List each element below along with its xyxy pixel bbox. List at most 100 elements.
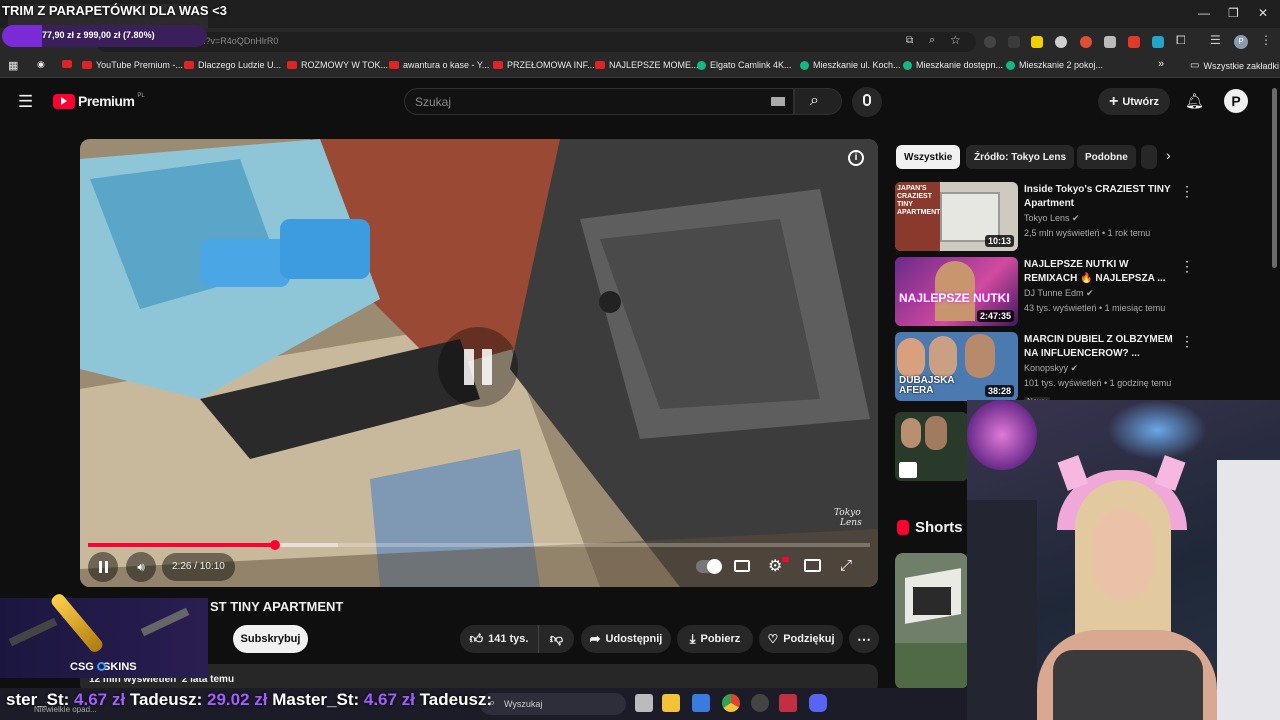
more-vertical-icon[interactable]: ⋮ [1180, 333, 1194, 350]
channel-name: Tokyo Lens ✔ [1024, 213, 1080, 223]
short-thumbnail[interactable] [895, 553, 968, 689]
bookmark-item[interactable]: PRZEŁOMOWA INF... [493, 60, 595, 70]
recommendation-thumbnail[interactable]: NAJLEPSZE NUTKI 2:47:35 [895, 257, 1018, 326]
channel-name: DJ Tunne Edm ✔ [1024, 288, 1094, 298]
bookmark-item[interactable]: ROZMOWY W TOK... [287, 60, 388, 70]
bookmark-item[interactable]: Mieszkanie ul. Koch... [800, 60, 901, 70]
apps-grid-icon[interactable]: ▦ [8, 59, 18, 72]
download-button[interactable]: ⤓ Pobierz [677, 625, 753, 653]
chrome-menu-icon[interactable]: ⋮ [1260, 33, 1272, 47]
extension-icon-6[interactable] [1104, 36, 1116, 48]
create-button[interactable]: + Utwórz [1098, 88, 1170, 115]
recording-app-icon[interactable] [751, 694, 769, 712]
subscribe-button[interactable]: Subskrybuj [233, 625, 308, 653]
bookmarks-overflow-icon[interactable]: » [1158, 58, 1164, 70]
extension-icon-4[interactable] [1055, 36, 1067, 48]
close-icon[interactable]: ✕ [1258, 6, 1268, 20]
bookmark-item[interactable]: Elgato Camlink 4K... [697, 60, 792, 70]
volume-button[interactable]: 🔊︎ [126, 552, 156, 582]
extensions-puzzle-icon[interactable]: ⧠ [1176, 33, 1186, 48]
thumbnail-text: JAPAN'S CRAZIEST TINY APARTMENT [897, 185, 941, 216]
time-display: 2:26 / 10:10 [162, 553, 235, 581]
search-button[interactable]: ⌕ [794, 88, 842, 115]
page-scrollbar[interactable] [1272, 88, 1277, 268]
hamburger-menu-icon[interactable]: ☰ [18, 92, 33, 112]
address-bar[interactable]: youtube.com/watch?v=R4oQDnHlrR0 [96, 32, 976, 52]
minimize-icon[interactable]: — [1198, 6, 1210, 20]
store-icon[interactable] [692, 694, 710, 712]
youtube-logo[interactable]: Premium PL [53, 93, 145, 109]
theater-mode-icon[interactable] [804, 559, 821, 572]
recommendation-thumbnail[interactable] [895, 412, 968, 481]
discord-icon[interactable] [809, 694, 827, 712]
extension-icon-8[interactable] [1152, 36, 1164, 48]
verified-icon: ✔ [1086, 288, 1094, 298]
bookmark-circle-icon[interactable]: ◉ [37, 59, 45, 70]
settings-gear-icon[interactable]: ⚙ [768, 556, 782, 576]
chrome-icon[interactable] [722, 694, 740, 712]
keyboard-icon[interactable] [771, 97, 785, 106]
fullscreen-icon[interactable]: ⤢ [840, 557, 852, 574]
more-actions-button[interactable]: ⋯ [849, 625, 879, 653]
search-icon: ⌕ [810, 92, 819, 109]
chip-more[interactable] [1141, 145, 1157, 169]
bookmark-item[interactable]: Dlaczego Ludzie U... [184, 60, 281, 70]
more-vertical-icon[interactable]: ⋮ [1180, 258, 1194, 275]
extension-icon-2[interactable] [1008, 36, 1020, 48]
like-button[interactable]: 👍︎ 141 tys. [460, 625, 538, 653]
bookmark-item[interactable]: YouTube Premium -... [82, 60, 183, 70]
channel-avatar[interactable]: P [1224, 89, 1248, 113]
maximize-icon[interactable]: ❐ [1228, 6, 1239, 20]
donation-goal-text: 77,90 zł z 999,00 zł (7.80%) [42, 30, 155, 40]
recommendation-title: NAJLEPSZE NUTKI W REMIXACH 🔥 NAJLEPSZA .… [1024, 259, 1166, 284]
dislike-button[interactable]: 👎︎ [538, 625, 574, 653]
recommendation-info[interactable]: Inside Tokyo's CRAZIEST TINY Apartment T… [1024, 183, 1174, 241]
notifications-bell-icon[interactable]: 🔔︎ [1185, 92, 1204, 110]
bookmark-item[interactable]: Mieszkanie dostępn... [903, 60, 1003, 70]
extension-icon-1[interactable] [984, 36, 996, 48]
taskbar-search[interactable]: ⌕ Wyszukaj [480, 693, 626, 715]
seek-bar[interactable] [88, 540, 870, 550]
chip-source[interactable]: Źródło: Tokyo Lens [966, 145, 1075, 169]
chevron-right-icon[interactable]: › [1166, 147, 1171, 163]
info-icon[interactable]: i [848, 150, 864, 166]
play-pause-button[interactable] [88, 552, 118, 582]
bookmark-youtube-1[interactable] [62, 60, 72, 68]
recommendation-thumbnail[interactable]: JAPAN'S CRAZIEST TINY APARTMENT 10:13 [895, 182, 1018, 251]
install-app-icon[interactable]: ⧉ [906, 35, 913, 46]
more-vertical-icon[interactable]: ⋮ [1180, 183, 1194, 200]
video-player[interactable]: i Tokyo Lens 🔊︎ 2:26 / 10:10 ⚙ ⤢ [80, 139, 878, 587]
brand-circle-icon [97, 662, 106, 671]
thumbnail-text: DUBAJSKA AFERA [899, 375, 955, 396]
autoplay-toggle[interactable] [696, 559, 722, 574]
recommendation-thumbnail[interactable]: DUBAJSKA AFERA 38:28 [895, 332, 1018, 401]
reading-list-icon[interactable]: ☰ [1210, 33, 1221, 47]
recommendation-info[interactable]: MARCIN DUBIEL Z OLBZYMEM NA INFLUENCEROW… [1024, 333, 1174, 409]
seek-bar-played [88, 543, 275, 547]
zoom-icon[interactable]: ⌕ [929, 34, 935, 47]
extension-icon-5[interactable] [1080, 36, 1092, 48]
duration-badge: 2:47:35 [976, 310, 1014, 322]
extension-icon-7[interactable] [1128, 36, 1140, 48]
all-bookmarks[interactable]: ▭ Wszystkie zakładki [1190, 60, 1279, 71]
search-input[interactable]: Szukaj [404, 88, 794, 115]
profile-avatar[interactable]: P [1234, 35, 1248, 49]
file-explorer-icon[interactable] [662, 694, 680, 712]
seek-bar-scrubber[interactable] [269, 540, 280, 550]
star-icon[interactable]: ☆ [950, 33, 961, 47]
share-button[interactable]: ➦ Udostępnij [581, 625, 671, 653]
recommendation-info[interactable]: NAJLEPSZE NUTKI W REMIXACH 🔥 NAJLEPSZA .… [1024, 258, 1174, 316]
bookmark-item[interactable]: awantura o kase - Y... [389, 60, 489, 70]
active-app-icon[interactable] [779, 694, 797, 712]
thanks-button[interactable]: ♡ Podziękuj [759, 625, 843, 653]
chip-similar[interactable]: Podobne [1077, 145, 1136, 169]
plus-icon: + [1108, 92, 1119, 110]
voice-search-button[interactable] [852, 87, 882, 117]
chip-all[interactable]: Wszystkie [896, 145, 961, 169]
bookmark-item[interactable]: Mieszkanie 2 pokoj... [1006, 60, 1103, 70]
duration-badge: 38:28 [984, 385, 1014, 397]
bookmark-item[interactable]: NAJLEPSZE MOME... [595, 60, 699, 70]
extension-icon-3[interactable] [1031, 36, 1043, 48]
task-view-icon[interactable] [635, 694, 653, 712]
subtitles-icon[interactable] [734, 560, 750, 572]
